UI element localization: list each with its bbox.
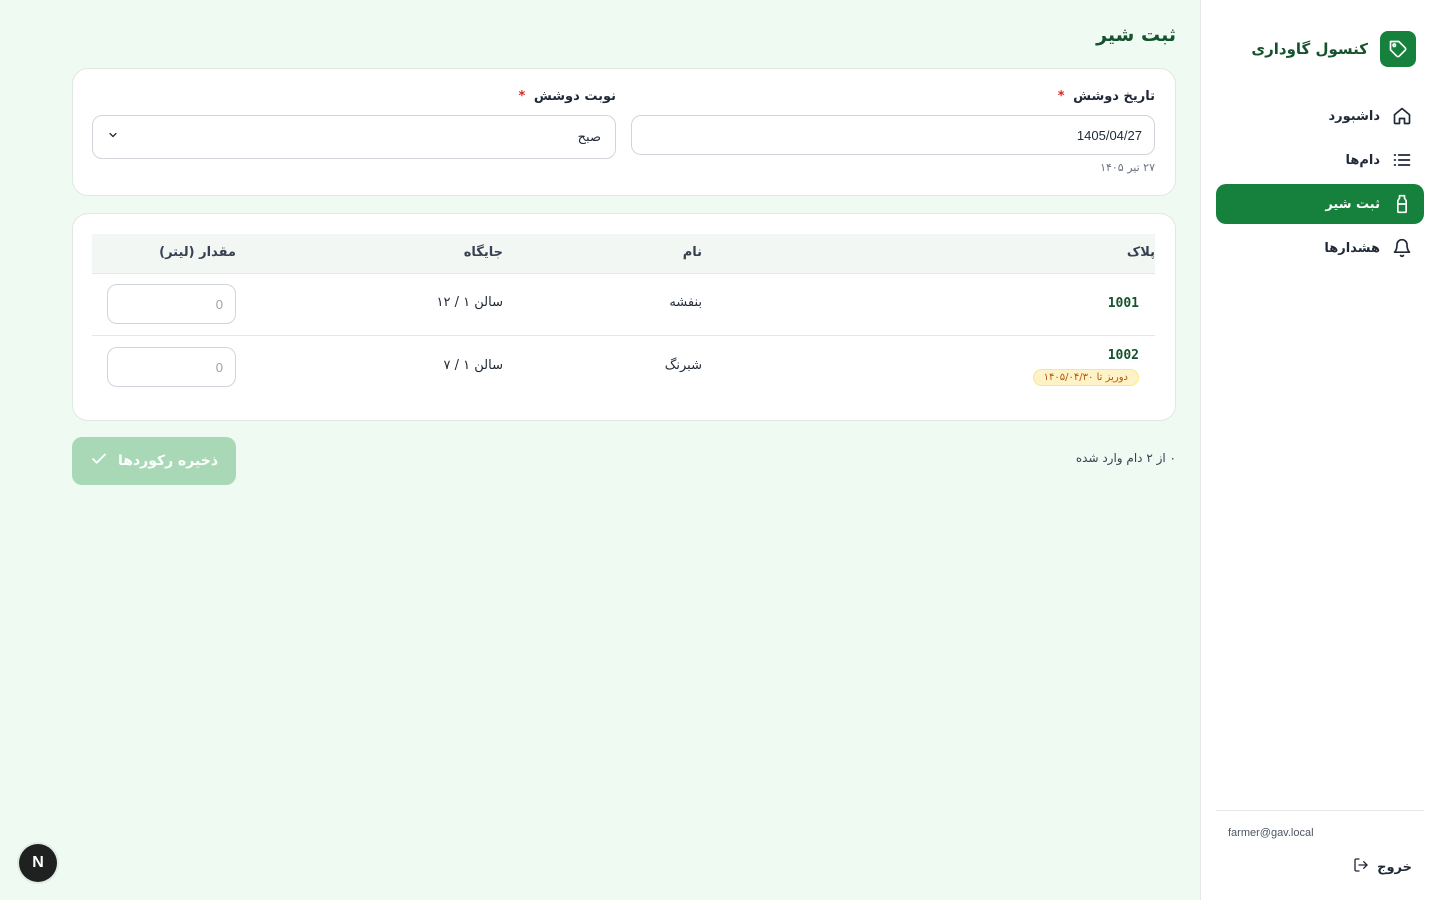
entered-count: ۰ از ۲ دام وارد شده: [1075, 451, 1176, 465]
shift-value: صبح: [577, 129, 601, 145]
milk-table: پلاک نام جایگاه مقدار (لیتر) 1001 بنفشه …: [92, 234, 1155, 400]
sidebar-item-label: دام‌ها: [1345, 152, 1380, 168]
sidebar-item-label: هشدارها: [1324, 240, 1380, 256]
date-label-text: تاریخ دوشش: [1073, 89, 1155, 104]
tag-icon: [1380, 31, 1416, 67]
shift-label-text: نوبت دوشش: [533, 89, 616, 104]
sidebar-item-livestock[interactable]: دام‌ها: [1216, 140, 1424, 180]
cell-plate: 1002: [1107, 348, 1139, 363]
required-mark: *: [1057, 89, 1065, 104]
logout-label: خروج: [1377, 859, 1412, 875]
cell-plate: 1001: [1107, 296, 1139, 311]
sidebar-footer: farmer@gav.local خروج: [1216, 810, 1424, 900]
date-hint: ۲۷ تیر ۱۴۰۵: [1100, 161, 1155, 174]
date-label: تاریخ دوشش *: [1058, 89, 1155, 104]
sidebar-item-label: ثبت شیر: [1325, 196, 1380, 212]
header-quantity: مقدار (لیتر): [159, 245, 236, 260]
cell-name: بنفشه: [669, 295, 702, 310]
cell-name: شبرنگ: [664, 358, 702, 373]
milking-form-card: تاریخ دوشش * 1405/04/27 ۲۷ تیر ۱۴۰۵ نوبت…: [72, 68, 1176, 196]
bell-icon: [1392, 238, 1412, 258]
save-records-button[interactable]: ذخیره رکوردها: [72, 437, 236, 485]
sidebar-item-label: داشبورد: [1328, 108, 1380, 124]
table-row: 1002 دوریز تا ۱۴۰۵/۰۴/۳۰ شبرنگ سالن ۱ / …: [92, 336, 1155, 400]
home-icon: [1392, 106, 1412, 126]
milking-shift-select[interactable]: صبح: [92, 115, 616, 159]
list-icon: [1392, 150, 1412, 170]
header-plate: پلاک: [1126, 245, 1155, 260]
logout-button[interactable]: خروج: [1353, 857, 1412, 877]
quantity-input[interactable]: 0: [107, 347, 236, 387]
page-title: ثبت شیر: [1096, 24, 1176, 46]
brand[interactable]: کنسول گاوداری: [1251, 31, 1416, 67]
save-label: ذخیره رکوردها: [117, 453, 219, 469]
sidebar-item-alerts[interactable]: هشدارها: [1216, 228, 1424, 268]
user-email: farmer@gav.local: [1228, 827, 1314, 839]
quantity-input[interactable]: 0: [107, 284, 236, 324]
dev-tools-badge[interactable]: N: [19, 844, 57, 882]
app-title: کنسول گاوداری: [1251, 40, 1368, 58]
cell-location: سالن ۱ / ۱۲: [436, 295, 503, 310]
milk-bottle-icon: [1392, 194, 1412, 214]
withdrawal-badge: دوریز تا ۱۴۰۵/۰۴/۳۰: [1032, 369, 1139, 386]
check-icon: [90, 450, 108, 472]
cell-location: سالن ۱ / ۷: [443, 358, 503, 373]
sidebar-item-milk-record[interactable]: ثبت شیر: [1216, 184, 1424, 224]
sidebar: کنسول گاوداری داشبورد دام‌ها: [1200, 0, 1440, 900]
header-location: جایگاه: [463, 245, 503, 260]
sidebar-nav: داشبورد دام‌ها ثبت شیر: [1216, 96, 1424, 272]
chevron-down-icon: [107, 129, 119, 145]
shift-label: نوبت دوشش *: [519, 89, 616, 104]
required-mark: *: [518, 89, 526, 104]
table-header: پلاک نام جایگاه مقدار (لیتر): [92, 234, 1155, 274]
header-name: نام: [682, 245, 702, 260]
milking-date-input[interactable]: 1405/04/27: [631, 115, 1155, 155]
milk-table-card: پلاک نام جایگاه مقدار (لیتر) 1001 بنفشه …: [72, 213, 1176, 421]
app-root: کنسول گاوداری داشبورد دام‌ها: [0, 0, 1440, 900]
sidebar-item-dashboard[interactable]: داشبورد: [1216, 96, 1424, 136]
logout-icon: [1353, 857, 1369, 877]
table-row: 1001 بنفشه سالن ۱ / ۱۲ 0: [92, 274, 1155, 336]
